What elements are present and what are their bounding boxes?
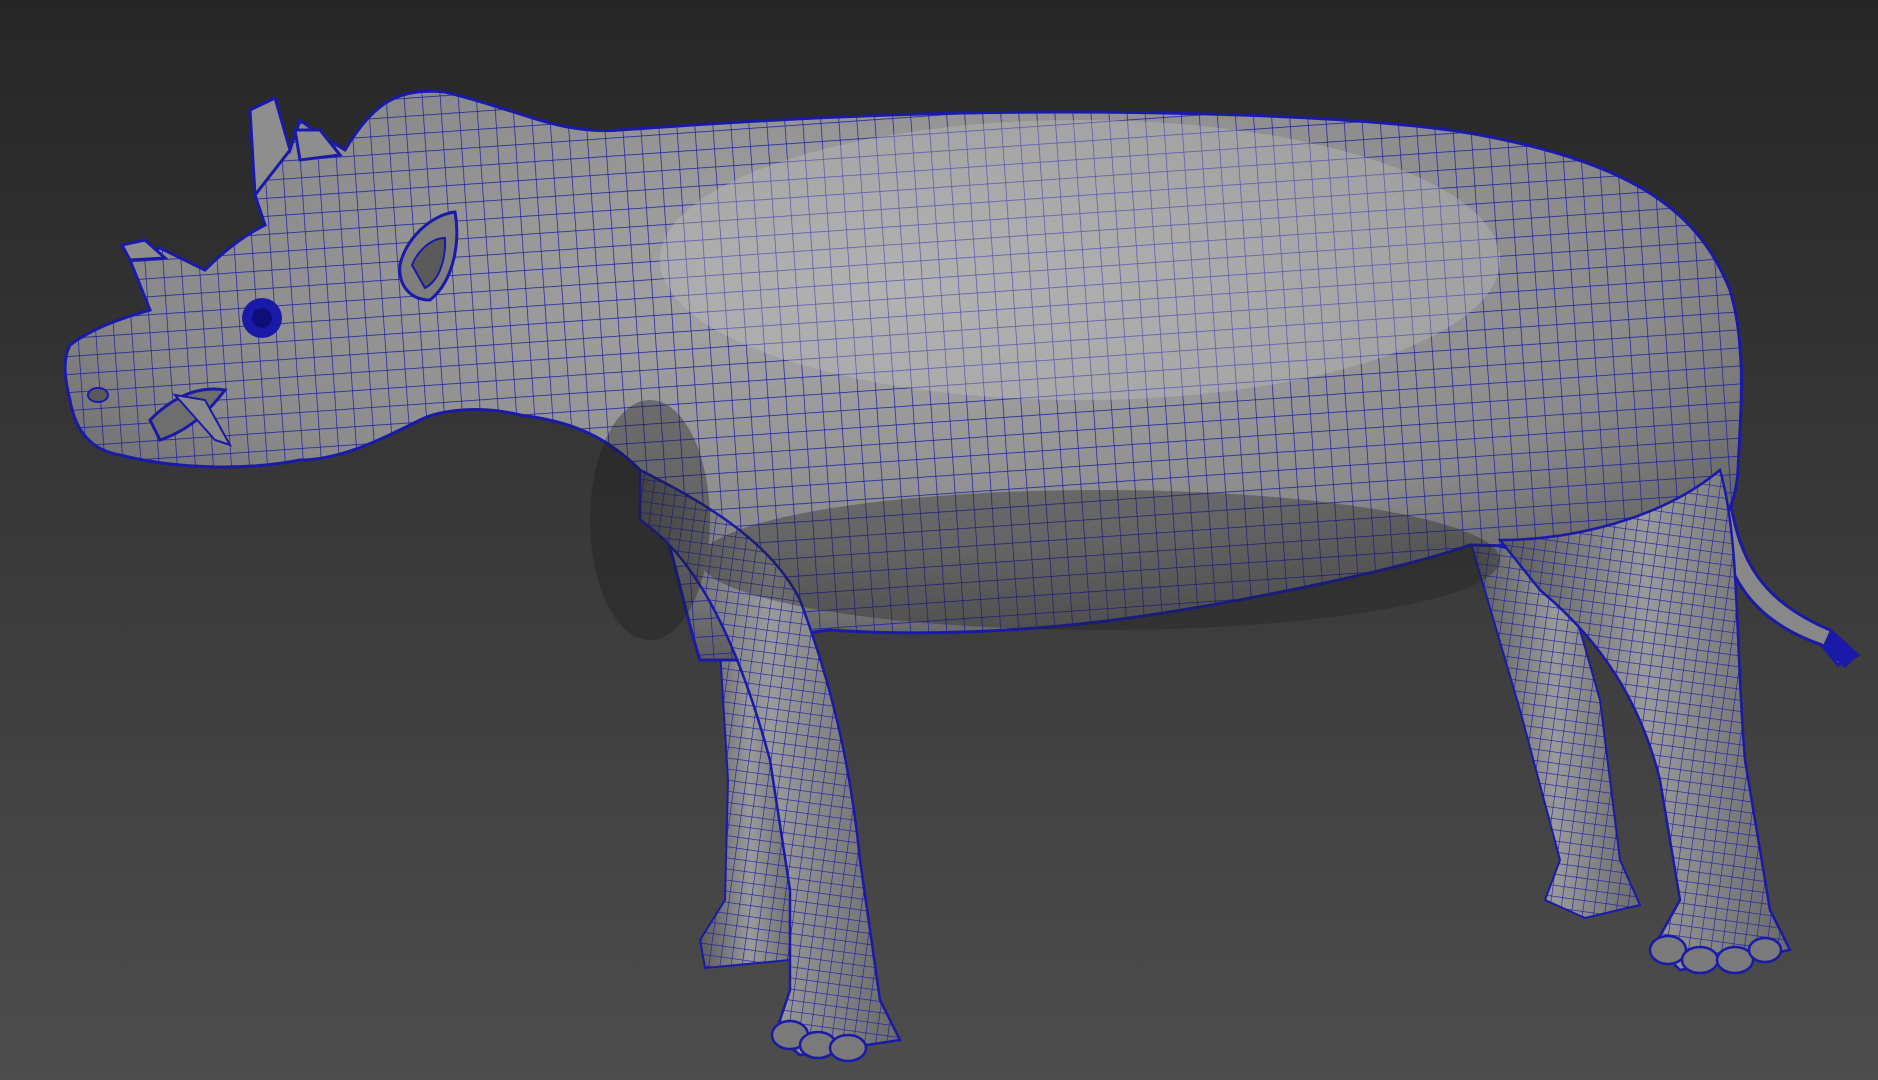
eye <box>242 298 282 338</box>
creature-mesh[interactable] <box>63 89 1861 1063</box>
3d-viewport[interactable] <box>0 0 1878 1080</box>
nostril <box>87 387 109 403</box>
model-canvas[interactable] <box>0 0 1878 1080</box>
